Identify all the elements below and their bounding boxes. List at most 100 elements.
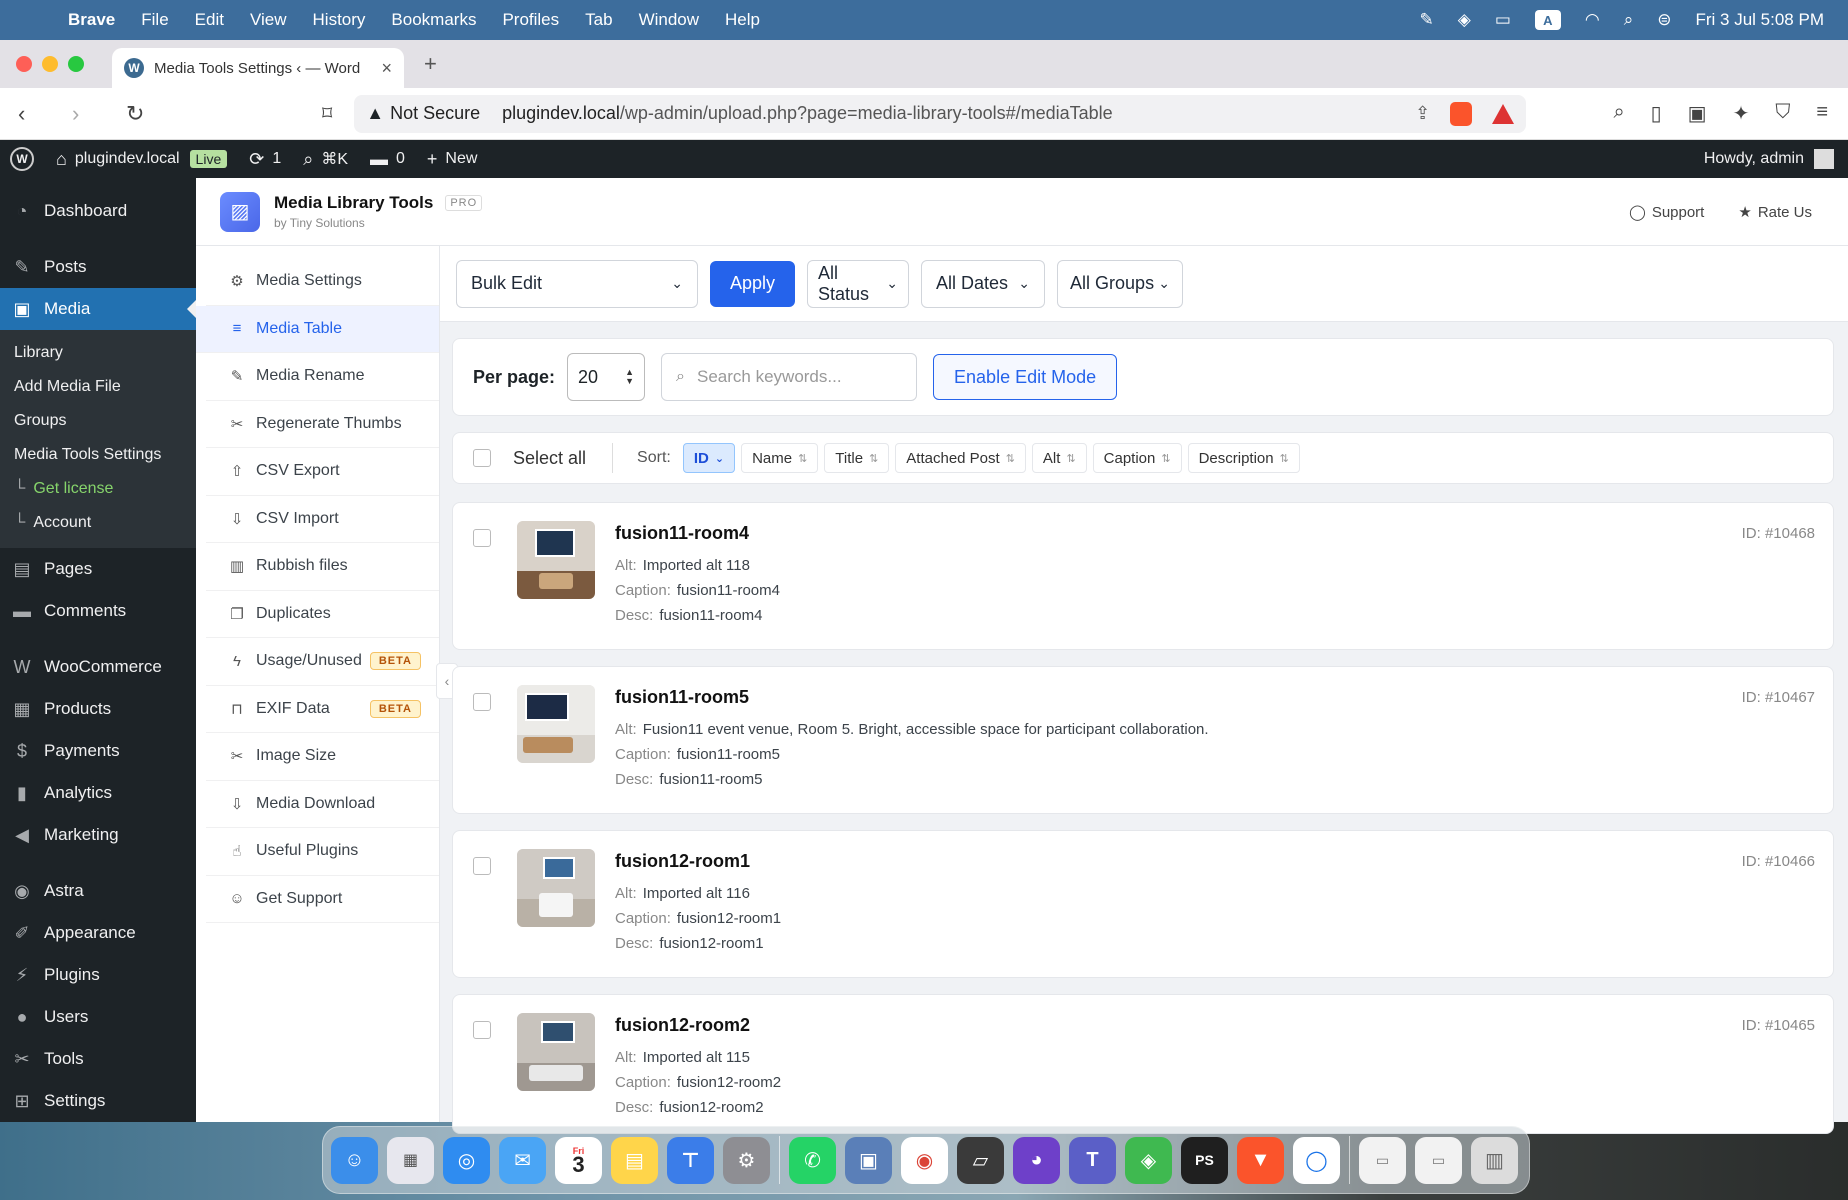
address-bar[interactable]: ▲ Not Secure plugindev.local/wp-admin/up… (354, 94, 1527, 133)
select-all-checkbox[interactable] (473, 449, 491, 467)
nav-media-rename[interactable]: ✎ Media Rename (206, 353, 439, 401)
nav-media-download[interactable]: ⇩ Media Download (206, 781, 439, 828)
menu-dashboard[interactable]: ◔ Dashboard (0, 190, 196, 232)
submenu-groups[interactable]: Groups (0, 404, 196, 438)
terminal-icon[interactable]: ▱ (957, 1136, 1004, 1184)
nav-exif-data[interactable]: ⊓ EXIF Data BETA (206, 686, 439, 733)
sort-caption[interactable]: Caption ⇅ (1092, 443, 1182, 473)
media-row[interactable]: fusion12-room1 Alt: Imported alt 116 Capt… (452, 830, 1834, 978)
sort-description[interactable]: Description ⇅ (1187, 443, 1300, 473)
nav-rubbish-files[interactable]: ▥ Rubbish files (206, 543, 439, 591)
media-title[interactable]: fusion11-room4 (615, 523, 749, 544)
menu-edit[interactable]: Edit (195, 10, 224, 30)
menu-appearance[interactable]: ✐ Appearance (0, 912, 196, 954)
battery-icon[interactable]: ▭ (1495, 10, 1511, 30)
brave-rewards-icon[interactable] (1492, 103, 1515, 124)
menu-profiles[interactable]: Profiles (502, 10, 559, 30)
back-icon[interactable]: ‹ (18, 101, 54, 127)
media-row[interactable]: fusion11-room5 Alt: Fusion11 event venue,… (452, 666, 1834, 814)
forward-icon[interactable]: › (72, 101, 108, 127)
menu-settings[interactable]: ⊞ Settings (0, 1080, 196, 1122)
github-desktop-icon[interactable]: ◕ (1013, 1136, 1060, 1184)
share-icon[interactable]: ⇪ (1415, 103, 1430, 124)
menu-bookmarks[interactable]: Bookmarks (391, 10, 476, 30)
media-thumbnail[interactable] (517, 849, 595, 927)
recent-document-icon[interactable]: ▭ (1415, 1136, 1462, 1184)
nav-duplicates[interactable]: ❐ Duplicates (206, 591, 439, 638)
minimize-window-button[interactable] (42, 56, 58, 72)
nav-media-table[interactable]: ≡ Media Table (196, 305, 439, 353)
control-center-icon[interactable]: ⊜ (1657, 10, 1671, 30)
media-thumbnail[interactable] (517, 521, 595, 599)
system-settings-icon[interactable]: ⚙ (723, 1136, 770, 1184)
menu-analytics[interactable]: ▮ Analytics (0, 772, 196, 814)
mail-icon[interactable]: ✉ (499, 1136, 546, 1184)
per-page-input[interactable]: 20 ▲ ▼ (567, 353, 646, 401)
brave-shields-icon[interactable] (1450, 101, 1473, 126)
nav-csv-export[interactable]: ⇧ CSV Export (206, 448, 439, 496)
reader-mode-icon[interactable]: ⌕ (1613, 101, 1624, 126)
media-title[interactable]: fusion11-room5 (615, 687, 749, 708)
bulk-edit-select[interactable]: Bulk Edit ⌄ (456, 259, 698, 308)
menu-media[interactable]: ▣ Media (0, 288, 196, 330)
menu-posts[interactable]: ✎ Posts (0, 246, 196, 288)
media-row[interactable]: fusion11-room4 Alt: Imported alt 118 Capt… (452, 502, 1834, 650)
menu-woocommerce[interactable]: W WooCommerce (0, 646, 196, 688)
spotlight-search-icon[interactable]: ⌕ (1624, 10, 1634, 30)
admin-bar-updates[interactable]: ⟳ 1 (249, 149, 281, 170)
media-title[interactable]: fusion12-room1 (615, 851, 750, 872)
keynote-icon[interactable]: ⊤ (667, 1136, 714, 1184)
sort-attached-post[interactable]: Attached Post ⇅ (895, 443, 1026, 473)
shield-status-icon[interactable]: ◈ (1458, 10, 1471, 30)
feather-icon[interactable]: ✎ (1419, 10, 1433, 30)
menubar-clock[interactable]: Fri 3 Jul 5:08 PM (1696, 10, 1825, 30)
sort-name[interactable]: Name ⇅ (741, 443, 819, 473)
quick-share-icon[interactable]: ◯ (1293, 1136, 1340, 1184)
row-checkbox[interactable] (473, 1021, 491, 1039)
whatsapp-icon[interactable]: ✆ (789, 1136, 836, 1184)
nav-media-settings[interactable]: ⚙ Media Settings (206, 258, 439, 306)
status-filter-select[interactable]: All Status ⌄ (807, 259, 910, 308)
browser-tab[interactable]: W Media Tools Settings ‹ — Word × (112, 48, 404, 88)
reload-icon[interactable]: ↻ (126, 101, 162, 127)
stepper-icon[interactable]: ▲ ▼ (625, 368, 634, 386)
browser-menu-icon[interactable]: ≡ (1816, 101, 1828, 126)
wallet-icon[interactable]: ▣ (1688, 101, 1707, 126)
calendar-icon[interactable]: Fri 3 (555, 1136, 602, 1184)
date-filter-select[interactable]: All Dates ⌄ (921, 259, 1046, 308)
media-thumbnail[interactable] (517, 685, 595, 763)
row-checkbox[interactable] (473, 693, 491, 711)
menu-comments[interactable]: ▬ Comments (0, 590, 196, 632)
submenu-get-license[interactable]: └ Get license (0, 472, 196, 506)
leo-ai-icon[interactable]: ✦ (1733, 101, 1750, 126)
new-tab-button[interactable]: + (424, 51, 437, 77)
submenu-library[interactable]: Library (0, 336, 196, 370)
nav-csv-import[interactable]: ⇩ CSV Import (206, 496, 439, 543)
apply-button[interactable]: Apply (710, 260, 796, 307)
teams-icon[interactable]: T (1069, 1136, 1116, 1184)
menu-astra[interactable]: ◉ Astra (0, 870, 196, 912)
admin-bar-account[interactable]: Howdy, admin (1704, 149, 1834, 169)
close-window-button[interactable] (16, 56, 32, 72)
search-input[interactable]: ⌕ Search keywords... (661, 353, 918, 401)
submenu-account[interactable]: └ Account (0, 506, 196, 540)
menu-window[interactable]: Window (639, 10, 699, 30)
phpstorm-icon[interactable]: PS (1181, 1136, 1228, 1184)
nav-regenerate-thumbs[interactable]: ✂ Regenerate Thumbs (206, 401, 439, 448)
menu-marketing[interactable]: ◀ Marketing (0, 814, 196, 856)
nav-useful-plugins[interactable]: ☝ Useful Plugins (206, 828, 439, 876)
support-link[interactable]: ◯ Support (1629, 203, 1704, 221)
menu-tab[interactable]: Tab (585, 10, 612, 30)
bookmark-icon[interactable]: ⌑ (322, 101, 332, 126)
enable-edit-mode-button[interactable]: Enable Edit Mode (933, 354, 1118, 400)
vpn-icon[interactable]: ⛉ (1775, 101, 1790, 126)
menu-view[interactable]: View (250, 10, 287, 30)
media-thumbnail[interactable] (517, 1013, 595, 1091)
admin-bar-new[interactable]: + New (427, 149, 478, 170)
wifi-icon[interactable]: ◠ (1585, 10, 1600, 30)
sidebar-toggle-icon[interactable]: ▯ (1651, 101, 1662, 126)
nav-usage-unused[interactable]: ϟ Usage/Unused BETA (206, 638, 439, 686)
nav-image-size[interactable]: ✂ Image Size (206, 733, 439, 781)
rate-us-link[interactable]: ★ Rate Us (1738, 203, 1812, 221)
sort-title[interactable]: Title ⇅ (824, 443, 890, 473)
